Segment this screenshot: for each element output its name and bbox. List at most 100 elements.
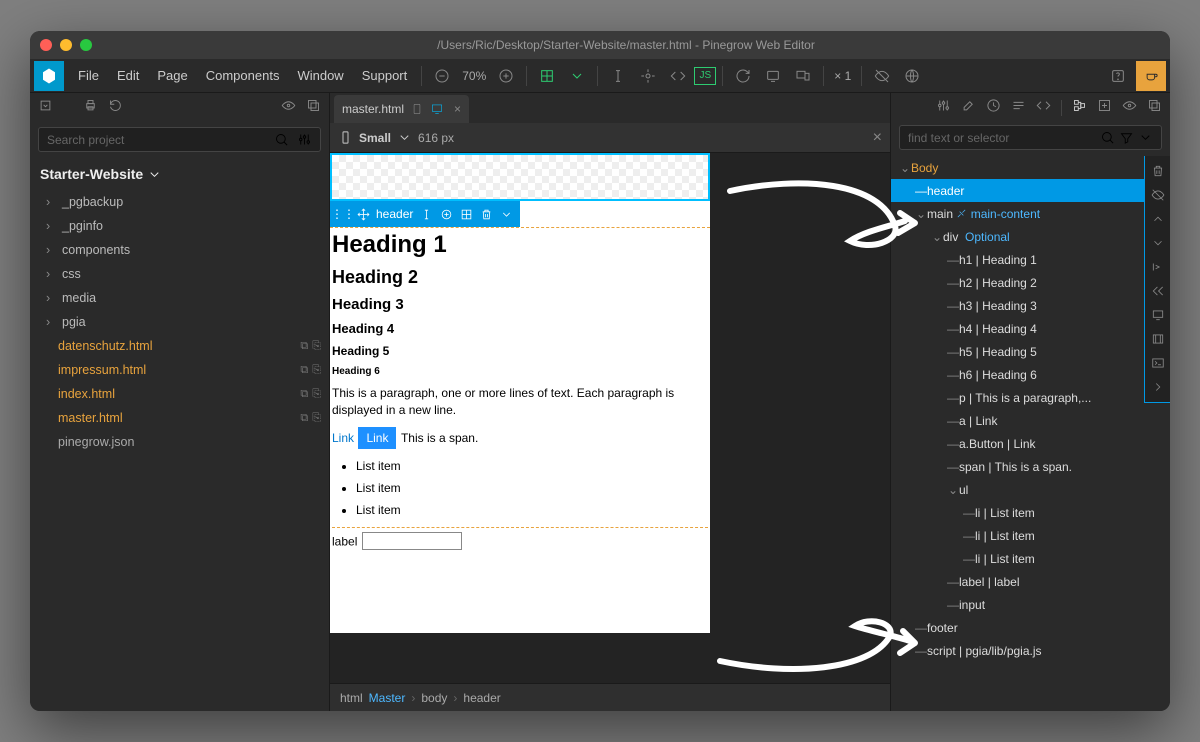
help-icon[interactable] [1104,62,1132,90]
list-item[interactable]: List item [356,481,708,495]
monitor-icon[interactable] [1147,304,1169,326]
dom-a-button[interactable]: —a.Button | Link [891,432,1170,455]
folder-media[interactable]: ›media [30,286,329,310]
dom-input[interactable]: —input [891,593,1170,616]
heading-2[interactable]: Heading 2 [332,267,708,288]
chevron-down-icon[interactable] [563,62,591,90]
dom-search-input[interactable] [908,131,1096,145]
insert-grid-icon[interactable] [459,207,473,221]
heading-5[interactable]: Heading 5 [332,344,708,358]
dom-body[interactable]: ⌄Body [891,156,1170,179]
link-1[interactable]: Link [332,431,354,445]
link-button[interactable]: Link [358,427,396,449]
viewport-size-label[interactable]: Small [359,131,391,145]
dom-script[interactable]: —script | pgia/lib/pgia.js [891,639,1170,662]
file-action-icon[interactable]: ⎘ [312,412,321,425]
zoom-in-icon[interactable] [492,62,520,90]
canvas-header-element[interactable] [330,153,710,201]
import-icon[interactable] [38,98,53,118]
app-logo[interactable] [34,61,64,91]
list-item[interactable]: List item [356,503,708,517]
form-label[interactable]: label [332,534,357,548]
add-panel-icon[interactable] [1097,98,1112,118]
file-datenschutz[interactable]: datenschutz.html⧉⎘ [30,334,329,358]
dom-h2[interactable]: —h2 | Heading 2 [891,271,1170,294]
menu-window[interactable]: Window [289,64,351,87]
devices-icon[interactable] [789,62,817,90]
menu-page[interactable]: Page [149,64,195,87]
menu-components[interactable]: Components [198,64,288,87]
file-master[interactable]: master.html⧉⎘ [30,406,329,430]
heading-4[interactable]: Heading 4 [332,321,708,336]
dom-h3[interactable]: —h3 | Heading 3 [891,294,1170,317]
file-action-icon[interactable]: ⧉ [300,364,308,377]
brush-icon[interactable] [961,98,976,118]
copy-icon[interactable] [1147,98,1162,118]
film-icon[interactable] [1147,328,1169,350]
filter-icon[interactable] [1119,130,1134,145]
breadcrumb-master[interactable]: Master [369,691,406,705]
chevron-down-icon[interactable] [1138,130,1153,145]
menu-file[interactable]: File [70,64,107,87]
coffee-icon[interactable] [1136,61,1166,91]
list-item[interactable]: List item [356,459,708,473]
close-window-button[interactable] [40,39,52,51]
project-search[interactable] [38,127,321,152]
zoom-window-button[interactable] [80,39,92,51]
file-action-icon[interactable]: ⧉ [300,340,308,353]
dom-li[interactable]: —li | List item [891,501,1170,524]
folder-pginfo[interactable]: ›_pginfo [30,214,329,238]
dom-main[interactable]: ⌄main main-content [891,202,1170,225]
tab-master[interactable]: master.html × [334,95,469,123]
sliders-icon[interactable] [936,98,951,118]
project-name[interactable]: Starter-Website [30,156,329,190]
dom-li[interactable]: —li | List item [891,524,1170,547]
dom-div[interactable]: ⌄div Optional [891,225,1170,248]
breadcrumb-body[interactable]: body [421,691,447,705]
dom-footer[interactable]: —footer [891,616,1170,639]
drag-handle-icon[interactable]: ⋮⋮ [336,207,350,221]
more-icon[interactable] [1147,376,1169,398]
print-icon[interactable] [83,98,98,118]
clock-icon[interactable] [986,98,1001,118]
dom-h1[interactable]: —h1 | Heading 1 [891,248,1170,271]
terminal-icon[interactable] [1147,352,1169,374]
file-action-icon[interactable]: ⧉ [300,388,308,401]
text-cursor-icon[interactable] [604,62,632,90]
dom-label[interactable]: —label | label [891,570,1170,593]
duplicate-icon[interactable] [439,207,453,221]
refresh-icon[interactable] [729,62,757,90]
move-up-icon[interactable] [1147,208,1169,230]
rewind-icon[interactable] [1147,280,1169,302]
trash-icon[interactable] [1147,160,1169,182]
paragraph[interactable]: This is a paragraph, one or more lines o… [332,385,708,419]
dom-span[interactable]: —span | This is a span. [891,455,1170,478]
file-action-icon[interactable]: ⎘ [312,340,321,353]
eye-icon[interactable] [1122,98,1137,118]
move-down-icon[interactable] [1147,232,1169,254]
span-text[interactable]: This is a span. [401,431,478,445]
file-action-icon[interactable]: ⎘ [312,364,321,377]
edit-text-icon[interactable] [419,207,433,221]
hide-icon[interactable] [1147,184,1169,206]
target-icon[interactable] [634,62,662,90]
visibility-off-icon[interactable] [868,62,896,90]
breadcrumb-header[interactable]: header [463,691,500,705]
undo-icon[interactable] [108,98,123,118]
file-action-icon[interactable]: ⧉ [300,412,308,425]
folder-css[interactable]: ›css [30,262,329,286]
breadcrumb-html[interactable]: html [340,691,363,705]
heading-6[interactable]: Heading 6 [332,366,708,377]
dom-ul[interactable]: ⌄ul [891,478,1170,501]
js-toggle-icon[interactable]: JS [694,67,716,85]
file-index[interactable]: index.html⧉⎘ [30,382,329,406]
dom-search[interactable] [899,125,1162,150]
settings-icon[interactable] [297,132,312,147]
close-viewport-icon[interactable]: × [873,129,882,147]
heading-1[interactable]: Heading 1 [332,231,708,259]
dom-h6[interactable]: —h6 | Heading 6 [891,363,1170,386]
device-icon[interactable] [759,62,787,90]
menu-support[interactable]: Support [354,64,416,87]
dom-header[interactable]: —header [891,179,1170,202]
close-tab-icon[interactable]: × [454,102,461,116]
